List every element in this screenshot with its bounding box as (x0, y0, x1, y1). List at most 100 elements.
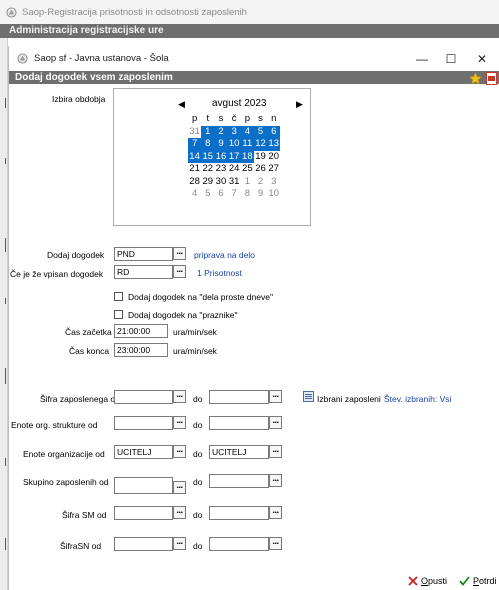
calendar-month-label: avgust 2023 (212, 98, 267, 109)
org-units-to-input[interactable]: UCITELJ (209, 445, 269, 459)
calendar-day-selected[interactable]: 5 (253, 125, 268, 138)
sn-code-from-lookup-button[interactable]: ... (173, 537, 186, 550)
calendar-day-selected[interactable]: 16 (214, 150, 228, 163)
calendar-day-selected[interactable]: 1 (201, 125, 215, 138)
calendar-day[interactable]: 29 (201, 176, 214, 189)
calendar-day[interactable]: 6 (214, 188, 227, 201)
employee-group-to-input[interactable] (209, 474, 269, 488)
calendar-day[interactable]: 20 (267, 151, 280, 164)
selected-employees-button[interactable]: Izbrani zaposleni (317, 394, 381, 404)
employee-group-from-lookup-button[interactable]: ... (173, 481, 186, 494)
sn-code-to-input[interactable] (209, 537, 269, 551)
calendar-day-selected[interactable]: 9 (214, 138, 228, 151)
close-x-icon (408, 576, 418, 586)
calendar-day[interactable]: 25 (241, 163, 254, 176)
sm-code-from-lookup-button[interactable]: ... (173, 506, 186, 519)
window-title-bar: Saop sf - Javna ustanova - Šola — ☐ ✕ (9, 46, 499, 71)
if-event-exists-lookup-button[interactable]: ... (173, 265, 186, 278)
calendar-day[interactable]: 22 (201, 163, 214, 176)
calendar-day[interactable]: 4 (188, 188, 201, 201)
calendar-day[interactable]: 28 (188, 176, 201, 189)
calendar-day-selected[interactable]: 10 (227, 138, 241, 151)
maximize-button[interactable]: ☐ (434, 46, 468, 71)
calendar-day[interactable]: 5 (201, 188, 214, 201)
calendar-day-selected[interactable]: 12 (253, 138, 268, 151)
holidays-checkbox[interactable] (114, 310, 123, 319)
calendar-day[interactable]: 21 (188, 163, 201, 176)
add-event-lookup-button[interactable]: ... (173, 247, 186, 260)
start-time-input[interactable]: 21:00:00 (114, 324, 168, 338)
calendar-day-selected[interactable]: 4 (240, 125, 254, 138)
calendar-day[interactable]: 3 (267, 176, 280, 189)
employee-group-label: Skupino zaposlenih od (23, 477, 109, 487)
org-structure-to-lookup-button[interactable]: ... (269, 416, 282, 429)
calendar-day-selected[interactable]: 2 (214, 125, 228, 138)
employee-code-from-input[interactable] (114, 390, 173, 404)
selected-employees-icon[interactable] (303, 391, 314, 402)
export-pdf-icon[interactable] (486, 72, 497, 85)
calendar-day-selected[interactable]: 6 (267, 125, 281, 138)
calendar-day[interactable]: 9 (254, 188, 267, 201)
org-units-to-lookup-button[interactable]: ... (269, 445, 282, 458)
calendar-day[interactable]: 23 (214, 163, 227, 176)
employee-code-to-label: do (193, 394, 203, 404)
window-title: Saop sf - Javna ustanova - Šola (34, 53, 169, 64)
cancel-button-label: Opusti (421, 576, 448, 586)
close-button[interactable]: ✕ (465, 46, 499, 71)
calendar-day-selected[interactable]: 18 (240, 150, 254, 163)
sm-code-from-input[interactable] (114, 506, 173, 520)
calendar-day-selected[interactable]: 8 (201, 138, 215, 151)
calendar-prev-icon[interactable]: ◀ (178, 99, 185, 110)
favorite-star-icon[interactable] (469, 72, 482, 85)
calendar-day[interactable]: 2 (254, 176, 267, 189)
employee-code-label: Šifra zaposlenega od (40, 394, 120, 404)
sm-code-to-lookup-button[interactable]: ... (269, 506, 282, 519)
org-units-label: Enote organizacije od (23, 449, 105, 459)
if-event-exists-label: Če je že vpisan dogodek (10, 269, 104, 279)
sm-code-to-label: do (193, 510, 203, 520)
calendar-day-selected[interactable]: 13 (267, 138, 281, 151)
calendar-day-selected[interactable]: 7 (188, 138, 202, 151)
calendar-day[interactable]: 27 (267, 163, 280, 176)
employee-code-from-lookup-button[interactable]: ... (173, 390, 186, 403)
add-event-input[interactable]: PND (114, 247, 173, 261)
calendar-day-selected[interactable]: 3 (227, 125, 241, 138)
calendar-day-selected[interactable]: 14 (188, 150, 202, 163)
calendar-day[interactable]: 8 (241, 188, 254, 201)
calendar-day-selected[interactable]: 15 (201, 150, 215, 163)
org-units-from-lookup-button[interactable]: ... (173, 445, 186, 458)
employee-code-to-input[interactable] (209, 390, 269, 404)
calendar-day-selected[interactable]: 17 (227, 150, 241, 163)
employee-group-to-lookup-button[interactable]: ... (269, 474, 282, 487)
add-event-label: Dodaj dogodek (47, 250, 105, 260)
calendar-day-selected[interactable]: 11 (240, 138, 254, 151)
calendar-day[interactable]: 31 (228, 176, 241, 189)
calendar: ◀ avgust 2023 ▶ p t s č p s n 31 1 2 3 4 5 6 7 8 9 10 11 12… (113, 88, 311, 226)
calendar-day[interactable]: 19 (254, 151, 267, 164)
sn-code-from-input[interactable] (114, 537, 173, 551)
org-structure-from-lookup-button[interactable]: ... (173, 416, 186, 429)
calendar-day[interactable]: 7 (228, 188, 241, 201)
confirm-button[interactable]: Potrdi (459, 576, 497, 586)
org-units-from-input[interactable]: UCITELJ (114, 445, 173, 459)
calendar-day[interactable]: 24 (228, 163, 241, 176)
employee-code-to-lookup-button[interactable]: ... (269, 390, 282, 403)
sm-code-to-input[interactable] (209, 506, 269, 520)
calendar-day[interactable]: 10 (267, 188, 280, 201)
employee-group-from-input[interactable] (114, 477, 173, 494)
org-structure-to-input[interactable] (209, 416, 269, 430)
org-structure-from-input[interactable] (114, 416, 173, 430)
cancel-button[interactable]: Opusti (408, 576, 447, 586)
calendar-day[interactable]: 1 (241, 176, 254, 189)
background-header: Administracija registracijske ure (0, 24, 499, 38)
calendar-day[interactable]: 30 (214, 176, 227, 189)
calendar-day[interactable]: 31 (188, 126, 201, 139)
sn-code-to-lookup-button[interactable]: ... (269, 537, 282, 550)
outer-window-title-bar: Saop-Registracija prisotnosti in odsotno… (0, 0, 499, 24)
non-working-days-checkbox[interactable] (114, 292, 123, 301)
calendar-next-icon[interactable]: ▶ (296, 99, 303, 110)
end-time-input[interactable]: 23:00:00 (114, 343, 168, 357)
if-event-exists-input[interactable]: RD (114, 265, 173, 279)
calendar-day[interactable]: 26 (254, 163, 267, 176)
calendar-week-row: 21 22 23 24 25 26 27 (188, 163, 280, 176)
